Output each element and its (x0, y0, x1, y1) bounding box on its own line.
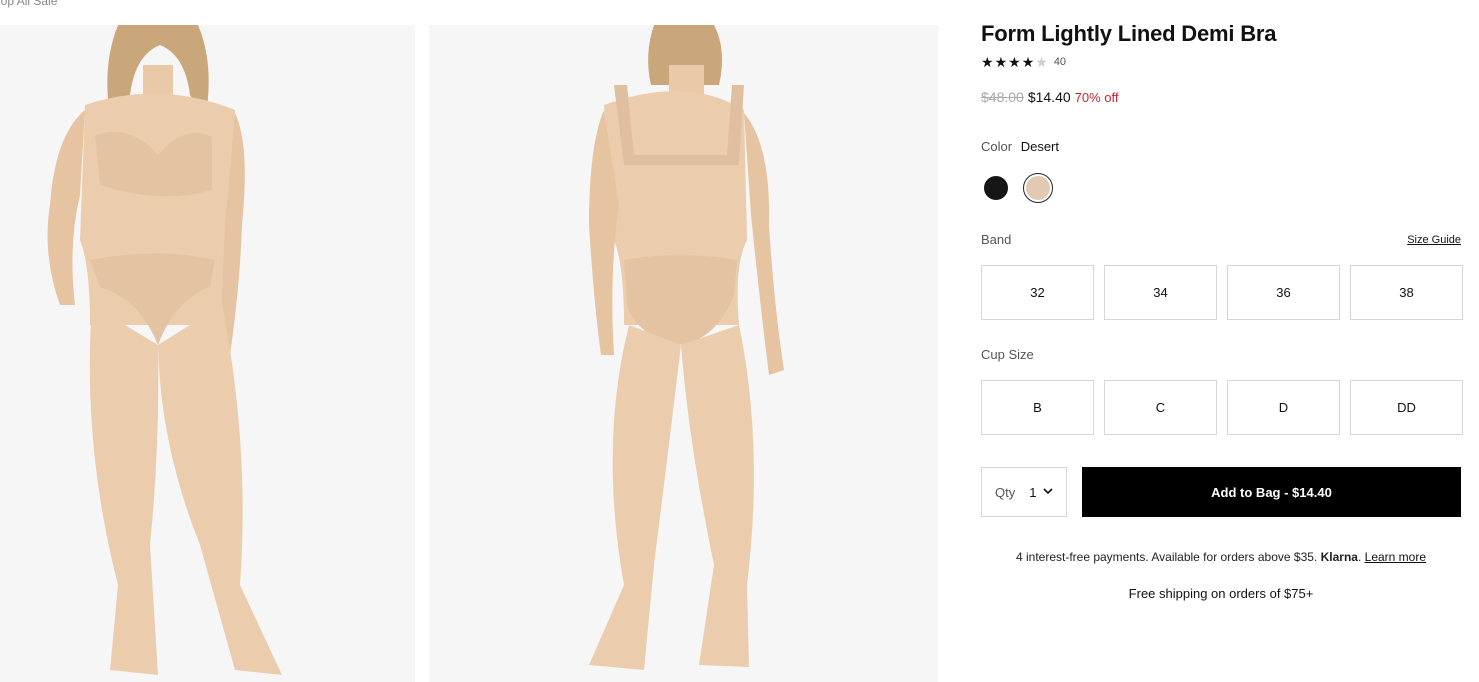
model-back-illustration (429, 25, 938, 682)
band-option-32[interactable]: 32 (981, 265, 1094, 320)
breadcrumb[interactable]: hop All Sale (0, 0, 57, 8)
review-count[interactable]: 40 (1054, 56, 1066, 68)
star-filled-icon: ★ (1008, 54, 1021, 70)
selected-color: Desert (1020, 139, 1059, 154)
desert-swatch-fill (1026, 176, 1050, 200)
product-image-front[interactable] (0, 25, 415, 682)
cup-option-c[interactable]: C (1104, 380, 1217, 435)
product-rating[interactable]: ★ ★ ★ ★ ★ 40 (981, 55, 1066, 69)
star-filled-icon: ★ (994, 54, 1008, 70)
product-image-back[interactable] (429, 25, 938, 682)
band-option-34[interactable]: 34 (1104, 265, 1217, 320)
free-shipping-message: Free shipping on orders of $75+ (1128, 586, 1314, 601)
price-block: $48.00 $14.40 70% off (981, 89, 1119, 105)
color-swatch-desert[interactable] (1023, 173, 1053, 203)
cup-size-label: Cup Size (981, 347, 1034, 362)
klarna-learn-more-link[interactable]: Learn more (1365, 550, 1426, 564)
band-label: Band (981, 232, 1012, 247)
qty-value: 1 (1029, 484, 1037, 500)
discount-badge: 70% off (1074, 90, 1119, 105)
klarna-text: 4 interest-free payments. Available for … (1015, 550, 1318, 564)
cup-option-dd[interactable]: DD (1350, 380, 1463, 435)
star-filled-icon: ★ (1021, 54, 1035, 70)
cup-option-d[interactable]: D (1227, 380, 1340, 435)
chevron-down-icon (1043, 487, 1054, 498)
band-size-options: 32 34 36 38 (981, 265, 1463, 320)
band-option-36[interactable]: 36 (1227, 265, 1340, 320)
quantity-select[interactable]: Qty 1 (981, 467, 1067, 517)
cup-option-b[interactable]: B (981, 380, 1094, 435)
star-empty-icon: ★ (1035, 54, 1048, 70)
product-title: Form Lightly Lined Demi Bra (981, 21, 1277, 46)
klarna-brand: Klarna (1320, 550, 1358, 564)
star-filled-icon: ★ (981, 54, 994, 70)
original-price: $48.00 (981, 89, 1024, 105)
qty-label: Qty (995, 484, 1016, 500)
klarna-message: 4 interest-free payments. Available for … (1015, 550, 1427, 564)
color-selector-label: Color Desert (981, 139, 1059, 154)
size-guide-link[interactable]: Size Guide (1407, 234, 1461, 246)
color-label: Color (981, 139, 1013, 154)
color-swatch-black[interactable] (982, 174, 1010, 202)
sale-price: $14.40 (1027, 89, 1071, 105)
band-option-38[interactable]: 38 (1350, 265, 1463, 320)
model-front-illustration (0, 25, 415, 682)
add-to-bag-button[interactable]: Add to Bag - $14.40 (1082, 467, 1461, 517)
cup-size-options: B C D DD (981, 380, 1463, 435)
